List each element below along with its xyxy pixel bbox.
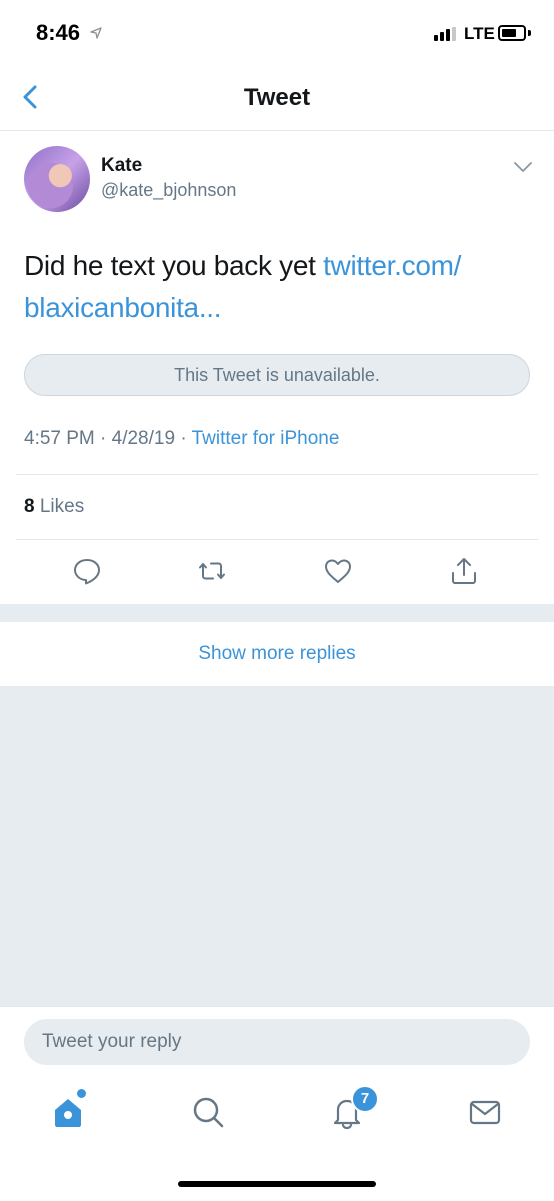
tweet-body: Did he text you back yet xyxy=(24,250,324,281)
empty-replies-area xyxy=(0,686,554,1006)
source-link[interactable]: Twitter for iPhone xyxy=(192,428,340,449)
tweet-text: Did he text you back yet twitter.com/bla… xyxy=(24,245,524,329)
likes-count[interactable]: 8 Likes xyxy=(24,496,84,518)
section-separator xyxy=(0,604,554,622)
home-indicator xyxy=(178,1181,376,1187)
network-type: LTE xyxy=(464,24,495,43)
nav-divider xyxy=(0,130,554,131)
author-name[interactable]: Kate xyxy=(101,155,142,177)
show-more-replies-button[interactable]: Show more replies xyxy=(0,622,554,686)
reply-icon[interactable] xyxy=(72,556,102,586)
likes-number[interactable]: 8 xyxy=(24,496,35,517)
notifications-badge: 7 xyxy=(351,1085,379,1113)
reply-input[interactable] xyxy=(24,1019,530,1065)
like-icon[interactable] xyxy=(323,556,353,586)
messages-icon[interactable] xyxy=(467,1094,503,1130)
retweet-icon[interactable] xyxy=(197,556,227,586)
page-title: Tweet xyxy=(243,84,311,111)
chevron-down-icon[interactable] xyxy=(512,160,534,174)
quoted-tweet-unavailable: This Tweet is unavailable. xyxy=(24,354,530,396)
avatar[interactable] xyxy=(24,146,90,212)
timestamp-text: 4:57 PM · 4/28/19 · xyxy=(24,428,192,449)
tweet-timestamp: 4:57 PM · 4/28/19 · Twitter for iPhone xyxy=(24,428,339,450)
location-arrow-icon xyxy=(90,27,102,39)
divider xyxy=(16,539,538,540)
tweet-link-part1[interactable]: twitter.com/ xyxy=(323,250,461,281)
share-icon[interactable] xyxy=(449,556,479,586)
likes-label[interactable]: Likes xyxy=(35,496,84,517)
status-time: 8:46 xyxy=(36,20,81,45)
search-icon[interactable] xyxy=(190,1094,226,1130)
author-handle[interactable]: @kate_bjohnson xyxy=(101,180,236,201)
tweet-link-part2[interactable]: blaxicanbonita... xyxy=(24,292,222,323)
home-icon[interactable] xyxy=(50,1094,86,1130)
divider xyxy=(16,474,538,475)
cellular-signal-icon xyxy=(434,27,456,41)
battery-icon xyxy=(498,25,526,41)
battery-tip xyxy=(528,30,531,36)
home-new-dot xyxy=(77,1089,86,1098)
